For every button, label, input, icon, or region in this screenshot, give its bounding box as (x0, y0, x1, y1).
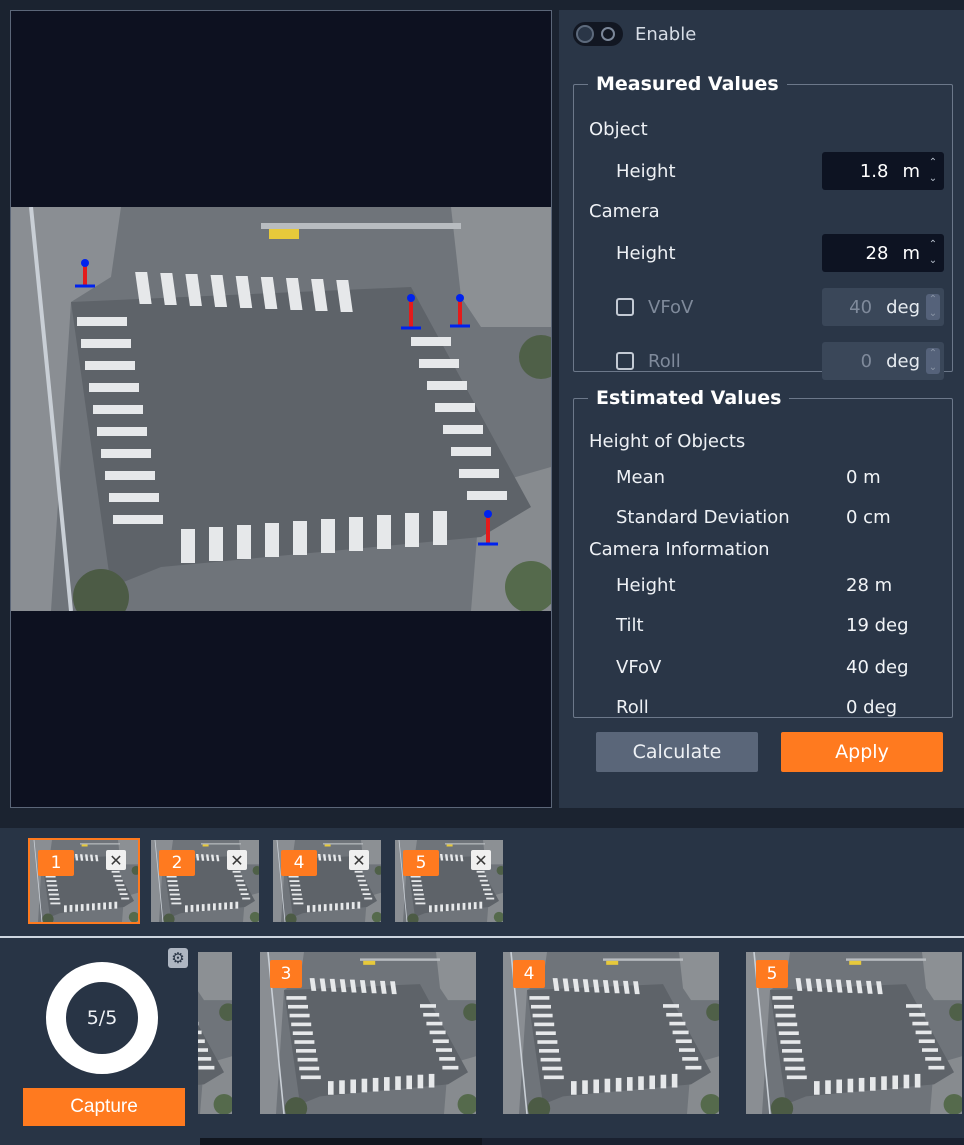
frame-preview[interactable]: 4 (503, 952, 719, 1114)
est-height-label: Height (616, 574, 676, 596)
measured-values-title: Measured Values (596, 73, 779, 95)
gear-icon[interactable]: ⚙ (168, 948, 188, 968)
est-vfov-label: VFoV (616, 656, 662, 678)
frame-preview[interactable]: 5 (746, 952, 962, 1114)
spinner-arrows-icon[interactable]: ⌃ ⌄ (926, 240, 940, 266)
capture-button[interactable]: Capture (23, 1088, 185, 1126)
measured-values-group: Measured Values Object Height 1.8 m ⌃ ⌄ C… (573, 73, 953, 380)
vfov-input: 40 deg ⌃ ⌄ (822, 288, 944, 326)
captured-thumbnail[interactable]: 5 ✕ (395, 840, 503, 922)
roll-checkbox[interactable] (616, 352, 634, 370)
est-height-value: 28 m (846, 574, 893, 596)
calibration-panel: Enable Measured Values Object Height 1.8… (559, 10, 964, 808)
camera-image[interactable] (11, 207, 551, 611)
thumbnail-badge: 1 (38, 850, 74, 876)
est-vfov-value: 40 deg (846, 656, 909, 678)
camera-height-input[interactable]: 28 m ⌃ ⌄ (822, 234, 944, 272)
estimated-values-title: Estimated Values (596, 387, 782, 409)
est-roll-label: Roll (616, 696, 649, 718)
object-height-label: Height (616, 160, 676, 182)
capture-area: 5/5 ⚙ Capture 3 4 5 (0, 938, 964, 1145)
mean-value: 0 m (846, 466, 881, 488)
spinner-arrows-icon: ⌃ ⌄ (926, 294, 940, 320)
apply-button[interactable]: Apply (781, 732, 943, 772)
spinner-arrows-icon[interactable]: ⌃ ⌄ (926, 158, 940, 184)
thumbnail-badge: 5 (403, 850, 439, 876)
spinner-arrows-icon: ⌃ ⌄ (926, 348, 940, 374)
frame-preview-partial[interactable] (198, 952, 232, 1114)
video-viewport[interactable] (10, 10, 552, 808)
vfov-checkbox[interactable] (616, 298, 634, 316)
estimated-values-group: Estimated Values Height of Objects Mean … (573, 388, 953, 718)
est-roll-value: 0 deg (846, 696, 898, 718)
vfov-label: VFoV (648, 296, 694, 318)
std-value: 0 cm (846, 506, 891, 528)
roll-input: 0 deg ⌃ ⌄ (822, 342, 944, 380)
captured-thumbnail[interactable]: 4 ✕ (273, 840, 381, 922)
close-icon[interactable]: ✕ (106, 850, 126, 870)
captured-thumbnail[interactable]: 2 ✕ (151, 840, 259, 922)
close-icon[interactable]: ✕ (227, 850, 247, 870)
roll-label: Roll (648, 350, 681, 372)
object-height-input[interactable]: 1.8 m ⌃ ⌄ (822, 152, 944, 190)
tilt-value: 19 deg (846, 614, 909, 636)
frame-badge: 4 (513, 960, 545, 988)
capture-progress-text: 5/5 (86, 1007, 118, 1029)
frame-image (198, 952, 232, 1114)
object-label: Object (589, 118, 648, 140)
capture-progress-ring: 5/5 (46, 962, 158, 1074)
thumbnail-badge: 4 (281, 850, 317, 876)
camera-height-label: Height (616, 242, 676, 264)
close-icon[interactable]: ✕ (349, 850, 369, 870)
frame-badge: 5 (756, 960, 788, 988)
camera-label: Camera (589, 200, 660, 222)
camera-information-label: Camera Information (589, 538, 770, 560)
enable-toggle[interactable] (573, 22, 623, 46)
scrollbar-thumb[interactable] (200, 1138, 482, 1145)
enable-label: Enable (635, 23, 697, 45)
tilt-label: Tilt (616, 614, 644, 636)
thumbnail-badge: 2 (159, 850, 195, 876)
calculate-button[interactable]: Calculate (596, 732, 758, 772)
captured-thumbnail[interactable]: 1 ✕ (28, 838, 140, 924)
intersection-image (11, 207, 551, 611)
frame-badge: 3 (270, 960, 302, 988)
height-of-objects-label: Height of Objects (589, 430, 746, 452)
mean-label: Mean (616, 466, 666, 488)
captured-frames-strip: 1 ✕ 2 ✕ 4 ✕ 5 ✕ (0, 828, 964, 936)
std-label: Standard Deviation (616, 506, 790, 528)
frame-preview[interactable]: 3 (260, 952, 476, 1114)
frames-scrollbar[interactable] (200, 1138, 964, 1145)
close-icon[interactable]: ✕ (471, 850, 491, 870)
